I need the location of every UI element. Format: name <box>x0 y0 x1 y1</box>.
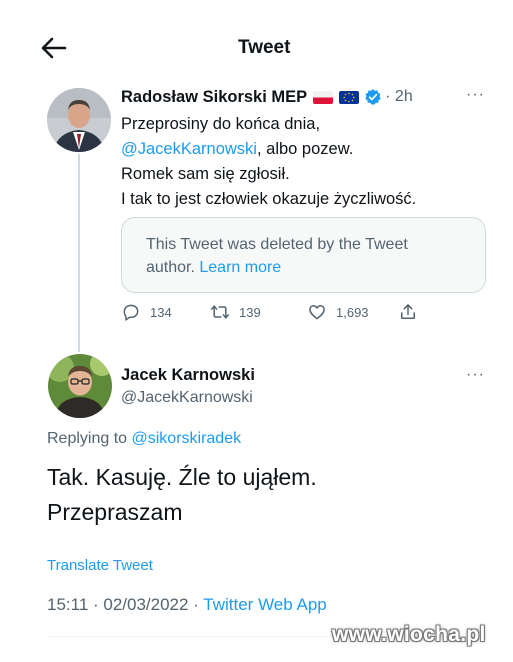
deleted-notice-line: author. Learn more <box>146 259 282 276</box>
avatar[interactable] <box>48 354 112 418</box>
avatar-image <box>47 88 111 152</box>
tweet-text: Przeprosiny do końca dnia, @JacekKarnows… <box>121 112 416 212</box>
more-options-button[interactable]: ··· <box>466 86 485 104</box>
tweet-text-line: Przeprosiny do końca dnia, <box>121 115 321 133</box>
author-name[interactable]: Radosław Sikorski MEP <box>121 88 307 107</box>
like-button[interactable]: 1,693 <box>307 302 369 322</box>
retweet-button[interactable]: 139 <box>210 302 261 322</box>
tweet-author-row: Radosław Sikorski MEP · 2h <box>121 86 413 108</box>
flag-eu-icon <box>339 90 360 104</box>
mention-link[interactable]: @sikorskiradek <box>132 430 242 447</box>
tweet-timestamp[interactable]: · 2h <box>385 88 413 106</box>
mention-link[interactable]: @JacekKarnowski <box>121 140 257 158</box>
reply-text-line: Tak. Kasuję. Źle to ująłem. <box>47 464 317 490</box>
source-app-link[interactable]: Twitter Web App <box>203 595 326 614</box>
reply-button[interactable]: 134 <box>121 302 172 322</box>
like-count: 1,693 <box>336 304 369 320</box>
reply-icon <box>123 304 139 321</box>
retweet-icon <box>210 305 230 319</box>
top-bar: Tweet <box>0 0 513 96</box>
deleted-notice-line: This Tweet was deleted by the Tweet <box>146 236 408 253</box>
watermark-text: www.wiocha.pl <box>332 623 486 646</box>
back-button[interactable] <box>38 34 68 62</box>
learn-more-link[interactable]: Learn more <box>199 259 281 276</box>
tweet-text-line: I tak to jest człowiek okazuje życzliwoś… <box>121 190 417 208</box>
arrow-left-icon <box>41 37 67 59</box>
share-icon <box>401 304 415 319</box>
tweet-datetime[interactable]: 15:11 · 02/03/2022 · <box>47 595 203 614</box>
more-options-button[interactable]: ··· <box>466 366 485 384</box>
author-handle[interactable]: @JacekKarnowski <box>121 389 253 407</box>
translate-tweet-link[interactable]: Translate Tweet <box>47 557 153 574</box>
heart-icon <box>309 305 325 320</box>
tweet-text-line: @JacekKarnowski, albo pozew. <box>121 140 354 158</box>
retweet-count: 139 <box>239 304 261 320</box>
avatar-image <box>48 354 112 418</box>
deleted-tweet-card: This Tweet was deleted by the Tweet auth… <box>121 217 486 293</box>
replying-to-line: Replying to @sikorskiradek <box>47 430 242 447</box>
tweet-text-line: Romek sam się zgłosił. <box>121 165 290 183</box>
reply-text-line: Przepraszam <box>47 499 183 525</box>
reply-count: 134 <box>150 304 172 320</box>
author-name[interactable]: Jacek Karnowski <box>121 366 255 385</box>
flag-poland-icon <box>313 90 334 104</box>
reply-text: Tak. Kasuję. Źle to ująłem. Przepraszam <box>47 460 317 530</box>
tweet-meta: 15:11 · 02/03/2022 · Twitter Web App <box>47 595 327 615</box>
share-button[interactable] <box>398 302 427 322</box>
verified-badge-icon <box>365 89 381 105</box>
page-title: Tweet <box>238 37 291 58</box>
tweet-actions: 134 139 1,693 <box>121 302 441 328</box>
thread-connector-line <box>78 154 80 352</box>
avatar[interactable] <box>47 88 111 152</box>
